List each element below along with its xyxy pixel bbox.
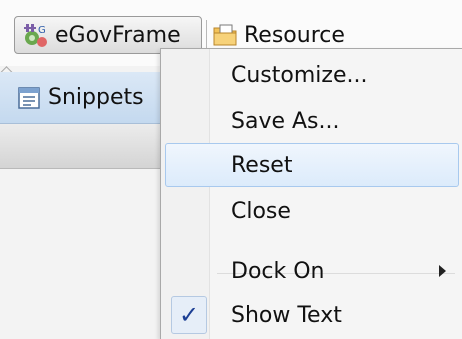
resource-perspective-icon	[212, 22, 238, 48]
menu-item-customize[interactable]: Customize...	[165, 53, 459, 97]
checkmark-icon: ✓	[171, 296, 207, 334]
perspective-label-resource: Resource	[244, 22, 345, 48]
tab-snippets[interactable]: Snippets	[0, 72, 170, 124]
menu-item-show-text-label: Show Text	[231, 302, 342, 328]
egovframe-perspective-icon: G	[23, 22, 49, 48]
tab-snippets-label: Snippets	[48, 85, 144, 110]
menu-item-save-as[interactable]: Save As...	[165, 99, 459, 143]
menu-item-customize-label: Customize...	[231, 62, 368, 88]
menu-item-close-label: Close	[231, 198, 291, 224]
menu-item-dock-on[interactable]: Dock On	[165, 249, 459, 293]
snippets-icon	[16, 85, 42, 111]
menu-item-reset-label: Reset	[231, 152, 293, 178]
menu-item-show-text[interactable]: ✓ Show Text	[165, 293, 459, 337]
menu-item-dock-on-label: Dock On	[231, 258, 325, 284]
menu-item-reset[interactable]: Reset	[165, 143, 459, 187]
menu-item-save-as-label: Save As...	[231, 108, 340, 134]
submenu-arrow-icon	[439, 265, 446, 277]
view-toolbar-strip	[0, 124, 170, 169]
perspective-separator	[206, 20, 207, 50]
perspective-context-menu: Customize... Save As... Reset Close Dock…	[160, 48, 462, 339]
perspective-label-egovframe: eGovFrame	[55, 22, 181, 48]
svg-text:G: G	[38, 25, 46, 36]
menu-item-close[interactable]: Close	[165, 189, 459, 233]
